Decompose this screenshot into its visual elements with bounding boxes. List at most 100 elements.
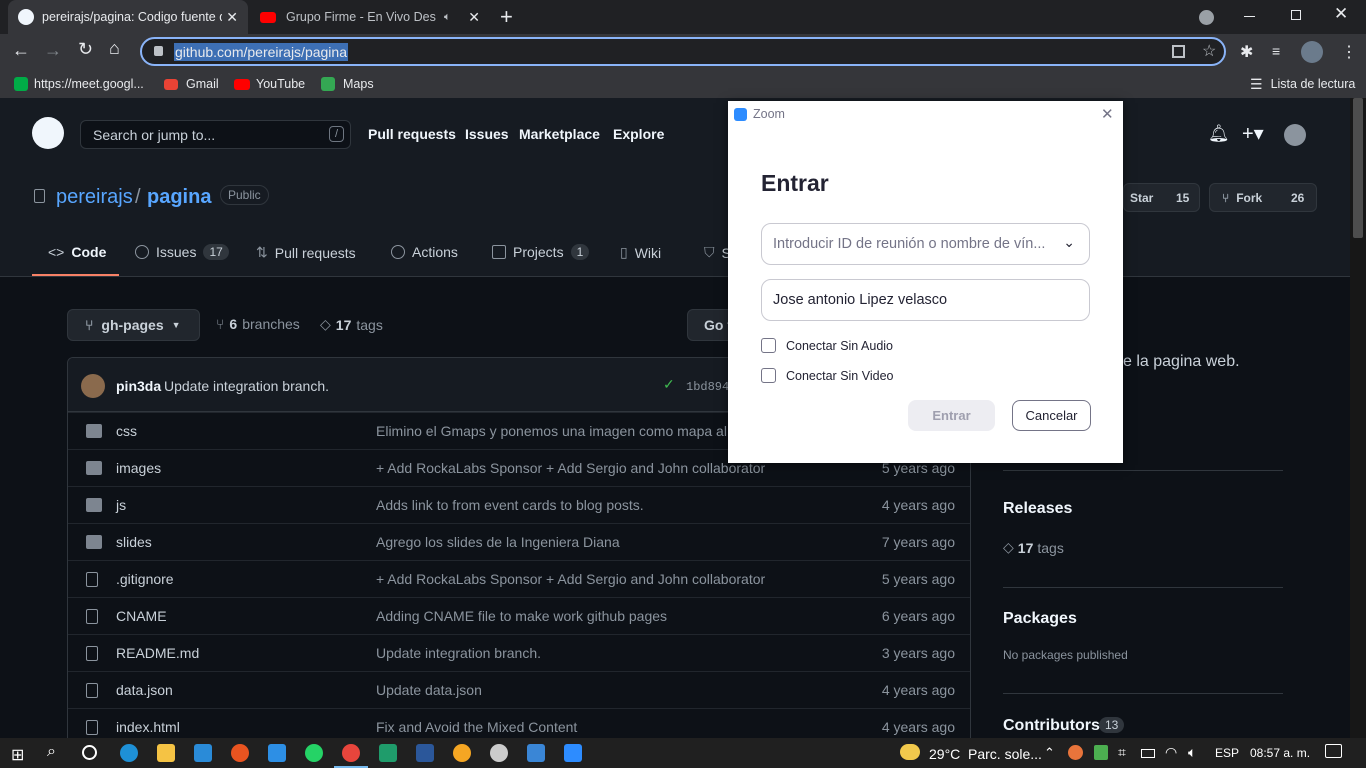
mail-icon[interactable] — [194, 744, 212, 762]
file-row[interactable]: .gitignore + Add RockaLabs Sponsor + Add … — [68, 560, 970, 597]
file-commit-message[interactable]: Update integration branch. — [376, 645, 541, 661]
qr-code-icon[interactable] — [1172, 45, 1185, 58]
battery-icon[interactable] — [1141, 749, 1155, 758]
bookmark-meet[interactable]: https://meet.googl... — [14, 70, 144, 98]
user-avatar[interactable] — [1284, 124, 1306, 146]
security-shield-icon[interactable] — [1094, 745, 1108, 760]
notifications-icon[interactable] — [1325, 744, 1342, 758]
author-avatar[interactable] — [81, 374, 105, 398]
contributors-title[interactable]: Contributors — [1003, 717, 1100, 735]
checkbox-box[interactable] — [761, 338, 776, 353]
file-commit-message[interactable]: Update data.json — [376, 682, 482, 698]
network-icon[interactable]: ⌗ — [1118, 744, 1126, 761]
back-icon[interactable]: ← — [12, 40, 30, 61]
close-icon[interactable]: ✕ — [1101, 105, 1114, 123]
page-scrollbar[interactable] — [1350, 98, 1366, 738]
file-commit-message[interactable]: + Add RockaLabs Sponsor + Add Sergio and… — [376, 460, 765, 476]
word-icon[interactable] — [416, 744, 434, 762]
file-name[interactable]: README.md — [116, 645, 199, 661]
tray-app-icon[interactable] — [1068, 745, 1083, 760]
tab-projects[interactable]: Projects 1 — [492, 244, 590, 260]
meeting-id-select[interactable]: Introducir ID de reunión o nombre de vín… — [761, 223, 1090, 265]
no-video-checkbox[interactable]: Conectar Sin Video — [761, 368, 893, 383]
search-icon[interactable]: ⌕ — [47, 743, 56, 761]
file-name[interactable]: .gitignore — [116, 571, 174, 587]
reload-icon[interactable]: ↻ — [78, 39, 93, 60]
tab-pull-requests[interactable]: ⇅ Pull requests — [256, 244, 356, 261]
profile-avatar[interactable] — [1301, 41, 1323, 63]
file-name[interactable]: CNAME — [116, 608, 167, 624]
reading-list[interactable]: ☰ Lista de lectura — [1250, 70, 1355, 98]
bookmark-youtube[interactable]: YouTube — [234, 70, 305, 98]
file-name[interactable]: data.json — [116, 682, 173, 698]
tab-search-icon[interactable] — [1199, 10, 1214, 25]
nav-issues[interactable]: Issues — [465, 126, 509, 142]
vpn-icon[interactable] — [453, 744, 471, 762]
branches-link[interactable]: ⑂ 6 branches — [216, 316, 300, 332]
url-text[interactable]: github.com/pereirajs/pagina — [174, 43, 348, 61]
nav-pull-requests[interactable]: Pull requests — [368, 126, 456, 142]
file-commit-message[interactable]: Fix and Avoid the Mixed Content — [376, 719, 577, 735]
photos-icon[interactable] — [527, 744, 545, 762]
wifi-icon[interactable]: ◠ — [1165, 744, 1177, 761]
whatsapp-icon[interactable] — [305, 744, 323, 762]
minimize-icon[interactable] — [1244, 16, 1255, 17]
edge-icon[interactable] — [120, 744, 138, 762]
media-control-icon[interactable]: ≡ — [1272, 43, 1280, 59]
file-row[interactable]: slides Agrego los slides de la Ingeniera … — [68, 523, 970, 560]
file-row[interactable]: CNAME Adding CNAME file to make work gith… — [68, 597, 970, 634]
chrome-menu-icon[interactable]: ⋮ — [1341, 42, 1357, 62]
weather-text[interactable]: Parc. sole... — [968, 746, 1042, 762]
tab-code[interactable]: <> Code — [48, 244, 106, 260]
file-name[interactable]: images — [116, 460, 161, 476]
file-row[interactable]: README.md Update integration branch. 3 yea… — [68, 634, 970, 671]
file-row[interactable]: js Adds link to from event cards to blog … — [68, 486, 970, 523]
forward-icon[interactable]: → — [44, 40, 62, 61]
ubuntu-icon[interactable] — [231, 744, 249, 762]
file-name[interactable]: index.html — [116, 719, 180, 735]
checkbox-box[interactable] — [761, 368, 776, 383]
clock[interactable]: 08:57 a. m. — [1250, 746, 1310, 760]
commit-author[interactable]: pin3da — [116, 378, 161, 394]
visual-studio-icon[interactable] — [379, 744, 397, 762]
language-indicator[interactable]: ESP — [1215, 746, 1239, 760]
scrollbar-thumb[interactable] — [1353, 98, 1363, 238]
tab-wiki[interactable]: ▯ Wiki — [620, 244, 661, 261]
releases-tags-link[interactable]: ◇ 17 tags — [1003, 539, 1064, 556]
repo-owner-link[interactable]: pereirajs — [56, 186, 133, 209]
zoom-app-icon[interactable] — [564, 744, 582, 762]
file-name[interactable]: js — [116, 497, 126, 513]
volume-icon[interactable]: 🔈︎ — [1188, 744, 1196, 761]
file-commit-message[interactable]: Adding CNAME file to make work github pa… — [376, 608, 667, 624]
extensions-icon[interactable]: ✱ — [1240, 42, 1253, 62]
settings-gear-icon[interactable] — [490, 744, 508, 762]
join-button[interactable]: Entrar — [908, 400, 995, 431]
chevron-up-icon[interactable]: ⌃ — [1044, 745, 1055, 761]
repo-name-link[interactable]: pagina — [147, 186, 211, 209]
file-commit-message[interactable]: Elimino el Gmaps y ponemos una imagen co… — [376, 423, 738, 439]
home-icon[interactable]: ⌂ — [109, 38, 120, 59]
github-logo-icon[interactable] — [32, 117, 64, 149]
file-commit-message[interactable]: Agrego los slides de la Ingeniera Diana — [376, 534, 620, 550]
packages-title[interactable]: Packages — [1003, 610, 1077, 628]
file-commit-message[interactable]: Adds link to from event cards to blog po… — [376, 497, 644, 513]
star-button[interactable]: Star 15 — [1123, 183, 1200, 212]
name-field[interactable]: Jose antonio Lipez velasco — [761, 279, 1090, 321]
tab-security[interactable]: ⛉ S — [704, 244, 731, 261]
new-tab-button[interactable]: + — [500, 4, 513, 30]
close-window-icon[interactable]: ✕ — [1334, 4, 1348, 24]
file-name[interactable]: slides — [116, 534, 152, 550]
tab-close-icon[interactable]: ✕ — [468, 9, 480, 26]
create-new-icon[interactable]: +▾ — [1242, 121, 1264, 146]
tab-github[interactable]: pereirajs/pagina: Codigo fuente d ✕ — [8, 0, 248, 34]
branch-selector[interactable]: ⑂ gh-pages ▼ — [67, 309, 200, 341]
maximize-icon[interactable] — [1291, 10, 1301, 20]
cortana-icon[interactable] — [82, 745, 97, 760]
vscode-icon[interactable] — [268, 744, 286, 762]
weather-icon[interactable] — [900, 744, 920, 760]
search-input[interactable]: Search or jump to... / — [80, 120, 351, 149]
file-row[interactable]: data.json Update data.json 4 years ago — [68, 671, 970, 708]
chrome-icon[interactable] — [342, 744, 360, 762]
no-audio-checkbox[interactable]: Conectar Sin Audio — [761, 338, 893, 353]
nav-marketplace[interactable]: Marketplace — [519, 126, 600, 142]
